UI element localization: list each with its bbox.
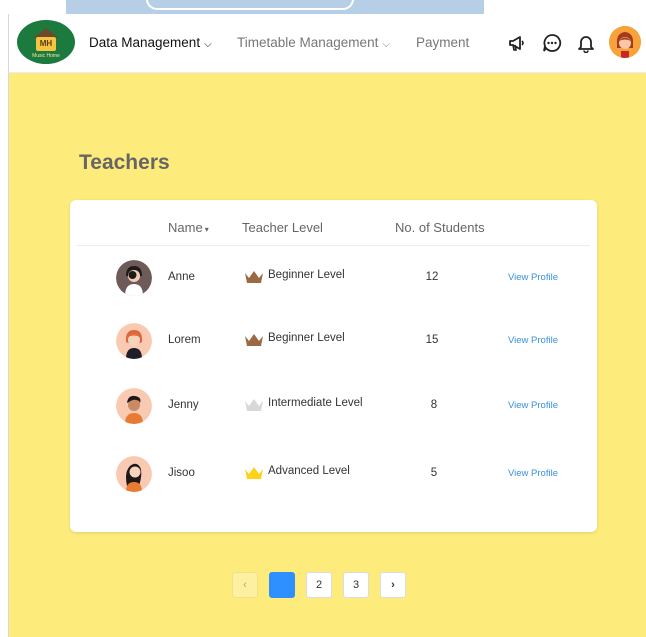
top-banner <box>66 0 484 14</box>
pagination-prev-button[interactable]: ‹ <box>232 572 258 598</box>
teacher-level: Beginner Level <box>268 269 345 281</box>
logo-tagline: Music Home <box>32 53 60 59</box>
crown-bronze-icon <box>245 334 263 346</box>
view-profile-link[interactable]: View Profile <box>508 468 558 479</box>
view-profile-link[interactable]: View Profile <box>508 400 558 411</box>
column-header-name-label: Name <box>168 220 203 235</box>
nav-data-management-label: Data Management <box>89 35 201 50</box>
avatar <box>116 456 152 492</box>
teacher-name: Lorem <box>168 334 201 346</box>
table-row: Jenny Intermediate Level 8 View Profile <box>70 386 597 426</box>
user-avatar[interactable] <box>609 26 641 58</box>
teacher-name: Jenny <box>168 399 199 411</box>
teacher-level: Intermediate Level <box>268 397 363 409</box>
table-row: Anne Beginner Level 12 View Profile <box>70 258 597 298</box>
app-window: MH Music Home Data Management ⌵ Timetable… <box>8 14 646 637</box>
student-count: 5 <box>430 467 438 479</box>
student-count: 12 <box>425 271 439 283</box>
view-profile-link[interactable]: View Profile <box>508 272 558 283</box>
chevron-down-icon: ⌵ <box>204 39 212 50</box>
student-count: 8 <box>430 399 438 411</box>
nav-payment-label: Payment <box>416 35 470 50</box>
megaphone-icon[interactable] <box>507 33 527 53</box>
avatar <box>116 260 152 296</box>
pagination-page-3[interactable]: 3 <box>343 572 369 598</box>
navbar: MH Music Home Data Management ⌵ Timetable… <box>9 14 646 73</box>
music-home-logo[interactable]: MH Music Home <box>17 20 75 64</box>
column-header-no-of-students: No. of Students <box>395 220 485 235</box>
page-title: Teachers <box>79 151 170 174</box>
column-header-name[interactable]: Name ▾ <box>168 220 209 235</box>
crown-bronze-icon <box>245 271 263 283</box>
table-row: Lorem Beginner Level 15 View Profile <box>70 321 597 361</box>
teacher-name: Jisoo <box>168 467 195 479</box>
column-header-teacher-level: Teacher Level <box>242 220 323 235</box>
teacher-name: Anne <box>168 271 195 283</box>
crown-silver-icon <box>245 399 263 411</box>
teacher-level: Beginner Level <box>268 332 345 344</box>
table-row: Jisoo Advanced Level 5 View Profile <box>70 454 597 494</box>
header-divider <box>76 245 590 246</box>
teachers-table-card: Name ▾ Teacher Level No. of Students Anne… <box>70 200 597 532</box>
avatar <box>116 388 152 424</box>
student-count: 15 <box>425 334 439 346</box>
nav-data-management[interactable]: Data Management ⌵ <box>89 35 212 50</box>
chat-icon[interactable] <box>542 33 562 53</box>
view-profile-link[interactable]: View Profile <box>508 335 558 346</box>
nav-timetable-management-label: Timetable Management <box>237 35 379 50</box>
sort-icon: ▾ <box>204 225 209 234</box>
teacher-level: Advanced Level <box>268 465 350 477</box>
bell-icon[interactable] <box>576 33 596 53</box>
pagination-next-button[interactable]: › <box>380 572 406 598</box>
avatar <box>116 323 152 359</box>
pagination-page-2[interactable]: 2 <box>306 572 332 598</box>
nav-payment[interactable]: Payment <box>416 35 469 50</box>
logo-text: MH <box>36 37 56 51</box>
nav-timetable-management[interactable]: Timetable Management ⌵ <box>237 35 390 50</box>
window-edge <box>0 14 8 637</box>
pagination-page-1[interactable]: 1 <box>269 572 295 598</box>
chevron-down-icon: ⌵ <box>382 39 390 50</box>
crown-gold-icon <box>245 467 263 479</box>
